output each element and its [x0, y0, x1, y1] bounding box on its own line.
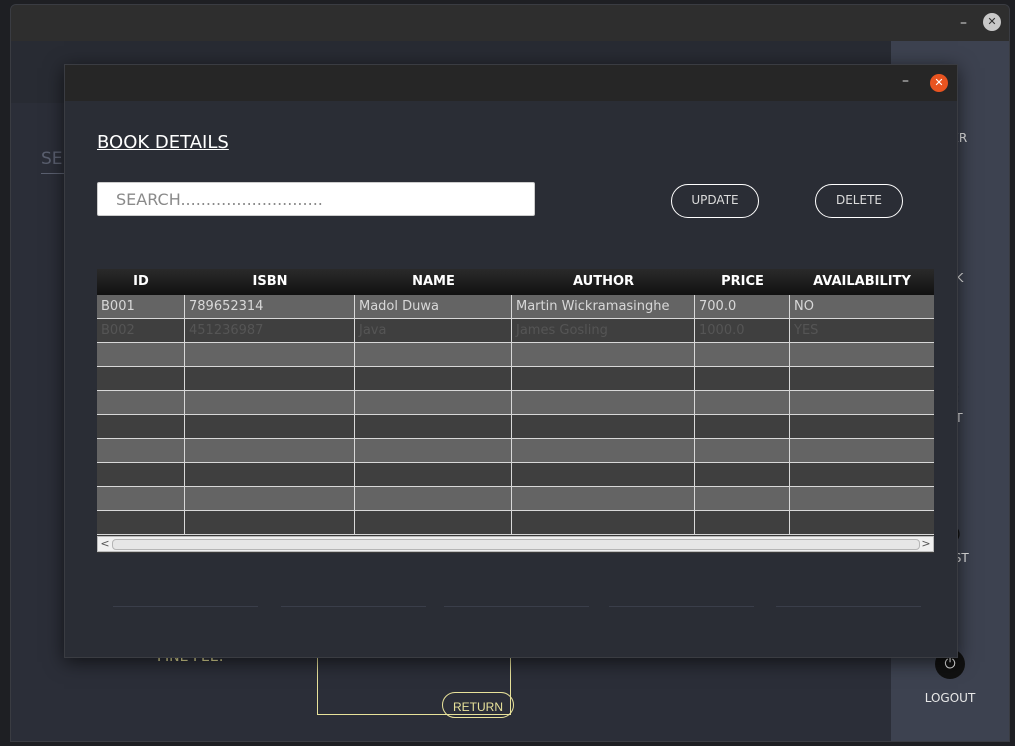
cell-price: 700.0 [695, 295, 790, 318]
table-row[interactable]: B001 789652314 Madol Duwa Martin Wickram… [97, 295, 934, 319]
table-row-empty[interactable] [97, 463, 934, 487]
dialog-titlebar: – ✕ [65, 65, 957, 101]
table-row-empty[interactable] [97, 439, 934, 463]
column-header-author[interactable]: AUTHOR [512, 269, 695, 295]
scroll-left-icon[interactable]: < [98, 537, 112, 551]
scrollbar-thumb[interactable] [112, 539, 920, 550]
table-row-empty[interactable] [97, 511, 934, 535]
column-header-isbn[interactable]: ISBN [185, 269, 355, 295]
table-row-empty[interactable] [97, 415, 934, 439]
column-header-id[interactable]: ID [97, 269, 185, 295]
books-table: ID ISBN NAME AUTHOR PRICE AVAILABILITY B… [97, 269, 934, 553]
table-row-empty[interactable] [97, 343, 934, 367]
cell-name: Java [355, 319, 512, 342]
delete-button[interactable]: DELETE [815, 184, 903, 218]
cell-author: James Gosling [512, 319, 695, 342]
table-horizontal-scrollbar[interactable]: < > [97, 536, 934, 552]
main-close-button[interactable]: ✕ [983, 13, 1001, 31]
dialog-divider [776, 606, 921, 607]
dialog-divider [444, 606, 589, 607]
dialog-title: BOOK DETAILS [97, 132, 229, 153]
table-row-empty[interactable] [97, 487, 934, 511]
return-button[interactable]: RETURN [442, 692, 514, 718]
dialog-minimize-button[interactable]: – [902, 73, 909, 89]
main-titlebar: – ✕ [11, 5, 1009, 41]
search-input[interactable] [97, 182, 535, 216]
column-header-availability[interactable]: AVAILABILITY [790, 269, 934, 295]
column-header-name[interactable]: NAME [355, 269, 512, 295]
cell-author: Martin Wickramasinghe [512, 295, 695, 318]
table-row-empty[interactable] [97, 367, 934, 391]
cell-availability: YES [794, 323, 819, 338]
cell-isbn: 451236987 [185, 319, 355, 342]
cell-name: Madol Duwa [355, 295, 512, 318]
dialog-divider [281, 606, 426, 607]
scroll-right-icon[interactable]: > [919, 537, 933, 551]
table-row[interactable]: B002 451236987 Java James Gosling 1000.0… [97, 319, 934, 343]
dialog-divider [113, 606, 258, 607]
cell-id: B001 [97, 295, 185, 318]
table-header: ID ISBN NAME AUTHOR PRICE AVAILABILITY [97, 269, 934, 295]
cell-isbn: 789652314 [185, 295, 355, 318]
cell-id: B002 [97, 319, 185, 342]
dialog-close-button[interactable]: ✕ [930, 74, 948, 92]
cell-availability: NO [794, 299, 814, 314]
cell-price: 1000.0 [695, 319, 790, 342]
sidebar-item-label: LOGOUT [924, 691, 976, 705]
column-header-price[interactable]: PRICE [695, 269, 790, 295]
book-details-dialog: – ✕ BOOK DETAILS UPDATE DELETE ID ISBN N… [64, 64, 958, 658]
table-row-empty[interactable] [97, 391, 934, 415]
update-button[interactable]: UPDATE [671, 184, 759, 218]
main-minimize-button[interactable]: – [960, 15, 967, 31]
dialog-divider [609, 606, 754, 607]
